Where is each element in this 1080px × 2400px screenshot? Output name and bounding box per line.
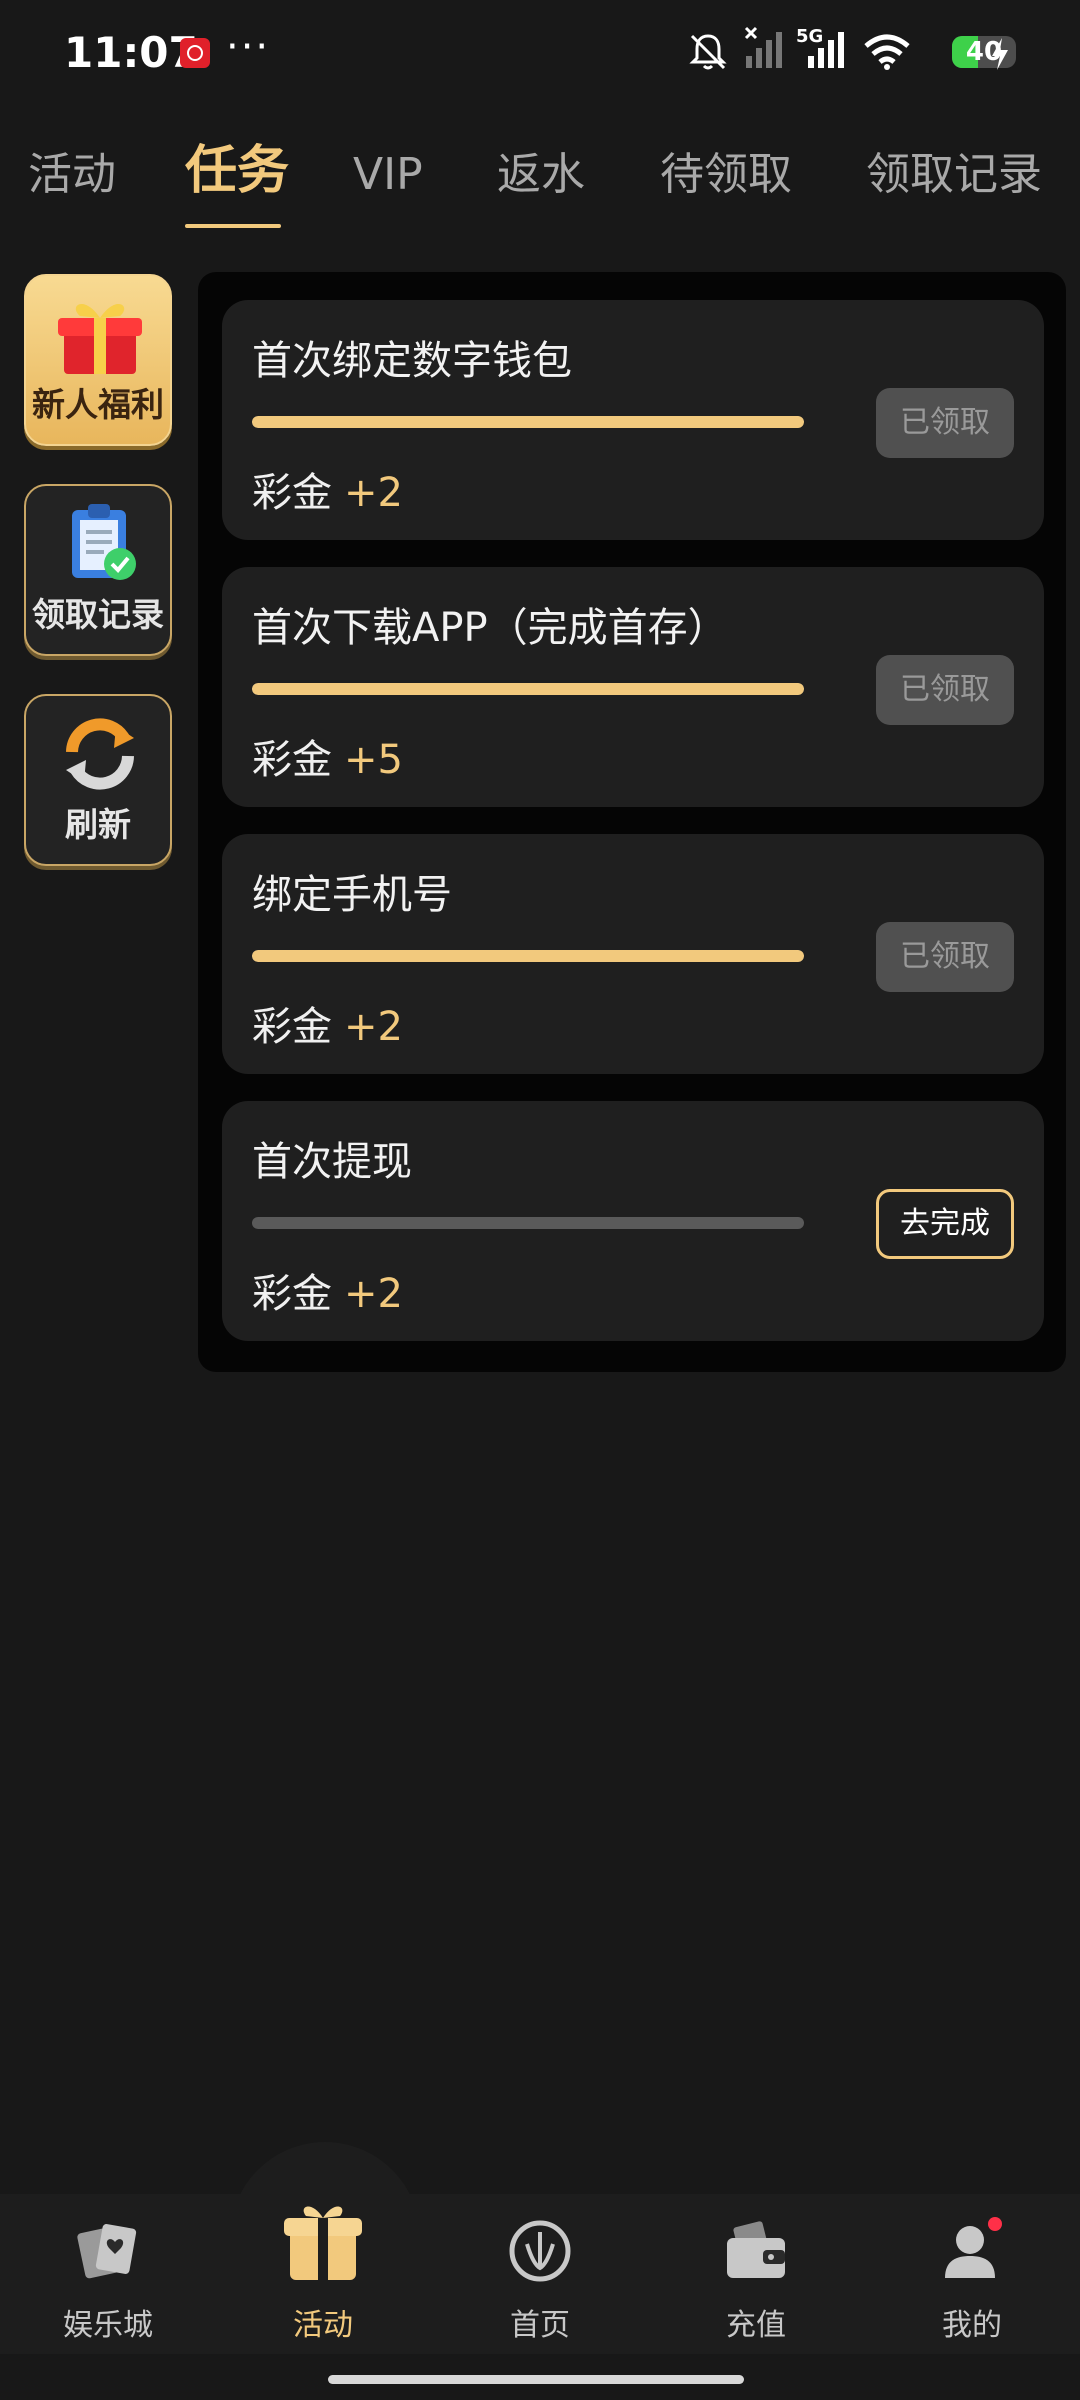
signal-sim1-icon (744, 26, 782, 68)
reward-label: 彩金 (252, 1004, 332, 1050)
status-bar: 11:07 ··· 5G 40 (0, 0, 1080, 108)
task-title: 绑定手机号 (252, 872, 452, 918)
cards-icon (77, 2224, 137, 2279)
charging-icon (992, 38, 1008, 70)
side-menu-label: 新人福利 (32, 385, 164, 424)
mute-bell-icon (689, 34, 727, 70)
signal-sim2-icon (808, 32, 844, 68)
task-progress-fill (252, 416, 804, 428)
task-reward: 彩金 +2 (252, 1261, 403, 1319)
home-logo-icon (509, 2220, 571, 2282)
claimed-button: 已领取 (876, 655, 1014, 725)
reward-label: 彩金 (252, 470, 332, 516)
tab-vip[interactable]: VIP (353, 130, 423, 220)
task-progress-bar (252, 683, 804, 695)
tab-activities[interactable]: 活动 (28, 130, 116, 220)
reward-amount: +2 (344, 1271, 403, 1317)
nav-label: 活动 (293, 2308, 353, 2343)
reward-label: 彩金 (252, 737, 332, 783)
wallet-icon (727, 2221, 785, 2278)
nav-casino[interactable]: 娱乐城 (28, 2206, 188, 2356)
tab-tasks[interactable]: 任务 (185, 126, 289, 216)
task-progress-bar (252, 416, 804, 428)
claim-history-side-button[interactable]: 领取记录 (24, 484, 172, 656)
refresh-icon (66, 718, 134, 790)
task-progress-fill (252, 950, 804, 962)
tab-claim-history[interactable]: 领取记录 (866, 130, 1042, 220)
claimed-button: 已领取 (876, 388, 1014, 458)
reward-amount: +5 (344, 737, 403, 783)
task-reward: 彩金 +2 (252, 460, 403, 518)
nav-label: 首页 (510, 2308, 570, 2343)
category-tabs: 活动 任务 VIP 返水 待领取 领取记录 (0, 130, 1080, 230)
task-reward: 彩金 +5 (252, 727, 403, 785)
reward-label: 彩金 (252, 1271, 332, 1317)
task-card: 首次绑定数字钱包 彩金 +2 已领取 (222, 300, 1044, 540)
task-reward: 彩金 +2 (252, 994, 403, 1052)
nav-home[interactable]: 首页 (460, 2206, 620, 2356)
notification-app-icon (180, 38, 210, 68)
gift-icon (58, 303, 142, 374)
task-card: 绑定手机号 彩金 +2 已领取 (222, 834, 1044, 1074)
task-card: 首次下载APP（完成首存） 彩金 +5 已领取 (222, 567, 1044, 807)
reward-amount: +2 (344, 470, 403, 516)
nav-activities[interactable]: 活动 (243, 2186, 403, 2343)
claimed-button: 已领取 (876, 922, 1014, 992)
tab-rebate[interactable]: 返水 (497, 130, 585, 220)
nav-label: 充值 (726, 2308, 786, 2343)
side-menu-label: 领取记录 (32, 595, 164, 634)
clipboard-check-icon (72, 504, 136, 580)
nav-profile[interactable]: 我的 (892, 2206, 1052, 2356)
refresh-button[interactable]: 刷新 (24, 694, 172, 866)
more-notifications-icon: ··· (226, 24, 271, 70)
task-progress-fill (252, 683, 804, 695)
task-progress-bar (252, 950, 804, 962)
active-tab-indicator (185, 224, 281, 228)
reward-amount: +2 (344, 1004, 403, 1050)
task-title: 首次下载APP（完成首存） (252, 605, 728, 651)
user-icon (945, 2217, 1002, 2278)
task-title: 首次提现 (252, 1139, 412, 1185)
nav-label: 我的 (942, 2308, 1002, 2343)
task-title: 首次绑定数字钱包 (252, 338, 572, 384)
nav-label: 娱乐城 (63, 2308, 153, 2343)
status-time: 11:07 (64, 28, 198, 77)
home-indicator[interactable] (328, 2375, 744, 2384)
tab-pending[interactable]: 待领取 (660, 130, 792, 220)
go-complete-button[interactable]: 去完成 (876, 1189, 1014, 1259)
task-card: 首次提现 彩金 +2 去完成 (222, 1101, 1044, 1341)
task-progress-bar (252, 1217, 804, 1229)
newcomer-benefits-button[interactable]: 新人福利 (24, 274, 172, 446)
gift-box-icon (284, 2206, 362, 2280)
wifi-icon (864, 34, 910, 70)
nav-deposit[interactable]: 充值 (676, 2206, 836, 2356)
side-menu-label: 刷新 (65, 805, 131, 844)
